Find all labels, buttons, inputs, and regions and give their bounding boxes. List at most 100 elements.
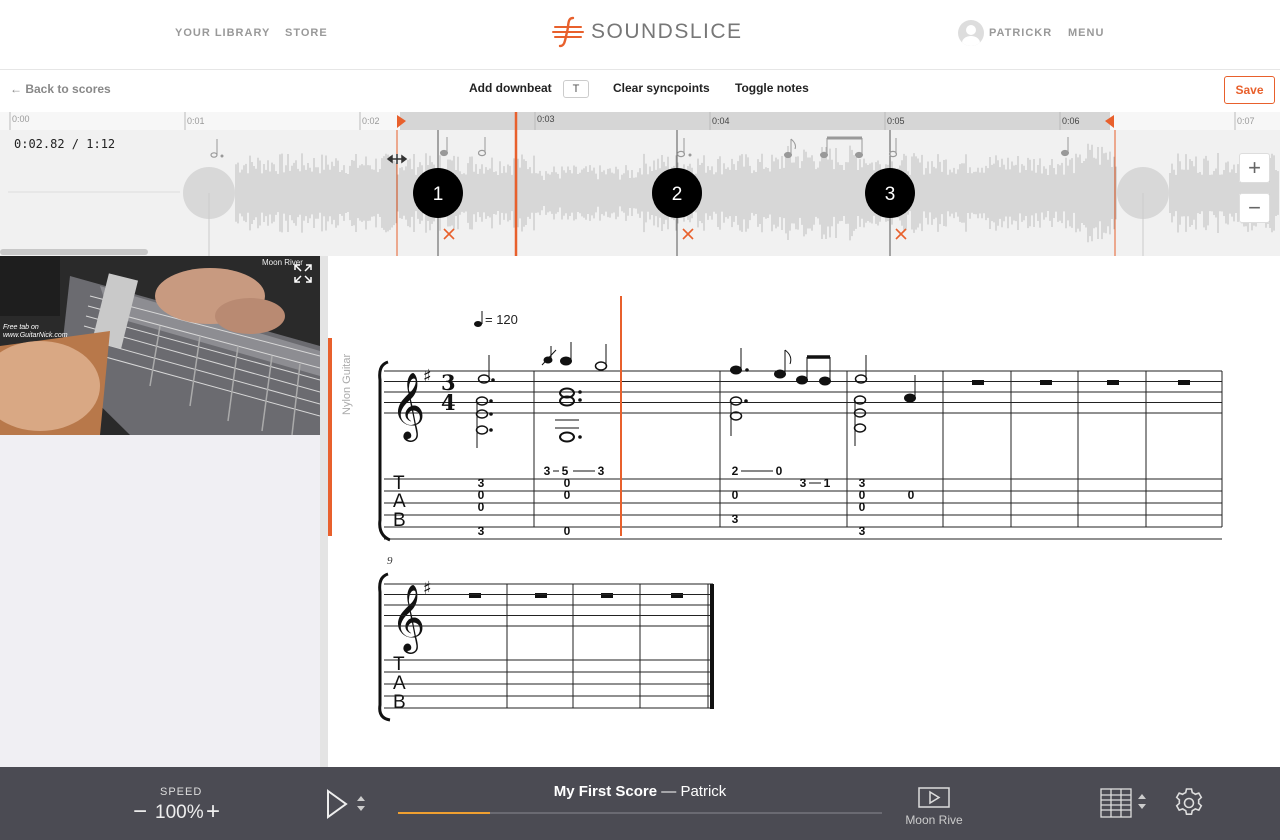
syncpoint-2[interactable]: 2 xyxy=(652,168,702,218)
tab-letter: A xyxy=(393,491,406,512)
ruler-tick-label: 0:07 xyxy=(1237,116,1255,126)
time-signature-bottom: 4 xyxy=(441,390,456,415)
clear-syncpoints-button[interactable]: Clear syncpoints xyxy=(613,81,710,95)
speed-label: SPEED xyxy=(160,786,203,798)
delete-syncpoint-icon[interactable] xyxy=(443,228,455,240)
treble-clef-icon: 𝄞 xyxy=(391,371,425,442)
tab-number[interactable]: 0 xyxy=(564,488,571,502)
active-part-indicator xyxy=(328,338,332,536)
add-downbeat-button[interactable]: Add downbeat xyxy=(469,81,552,95)
video-watermark: Free tab on xyxy=(3,324,39,331)
tab-number[interactable]: 0 xyxy=(564,524,571,538)
video-toggle-icon[interactable] xyxy=(918,787,950,809)
syncpoint-number: 1 xyxy=(433,184,444,205)
tab-number[interactable]: 3 xyxy=(800,476,807,490)
syncpoint-number: 2 xyxy=(672,184,683,205)
playback-progress[interactable] xyxy=(398,812,882,814)
system-bracket xyxy=(378,360,391,542)
resize-horizontal-icon xyxy=(386,154,408,164)
measure-1-notes[interactable] xyxy=(475,355,495,448)
tab-number[interactable]: 2 xyxy=(732,464,739,478)
timeline-notes xyxy=(210,136,1069,159)
speed-increase-button[interactable]: + xyxy=(206,800,220,824)
video-frame: Moon River Free tab on www.GuitarNick.co… xyxy=(0,256,320,435)
system-bracket xyxy=(378,572,391,722)
soundslice-logo-icon xyxy=(552,16,584,48)
settings-gear-icon[interactable] xyxy=(1172,786,1206,820)
top-nav: YOUR LIBRARY STORE SOUNDSLICE PATRICKR M… xyxy=(0,0,1280,70)
play-options-caret-icon[interactable] xyxy=(357,796,365,811)
toggle-notes-button[interactable]: Toggle notes xyxy=(735,81,809,95)
ruler-tick-label: 0:06 xyxy=(1062,116,1080,126)
editor-toolbar: ← Back to scores Add downbeat T Clear sy… xyxy=(0,70,1280,112)
ruler-tick-label: 0:01 xyxy=(187,116,205,126)
final-barline xyxy=(710,584,714,709)
nav-menu[interactable]: MENU xyxy=(1068,27,1104,39)
panel-divider[interactable] xyxy=(320,256,328,767)
play-icon[interactable] xyxy=(327,789,348,819)
score-area[interactable]: = 120 𝄞 𝄞 ♯ ♯ 3 4 T A B T A B 3 0 0 3 3 … xyxy=(332,256,1280,767)
zoom-in-button[interactable]: + xyxy=(1239,153,1270,183)
logo-text: SOUNDSLICE xyxy=(591,20,743,43)
tab-number[interactable]: 0 xyxy=(908,488,915,502)
notation-canvas[interactable]: = 120 𝄞 𝄞 ♯ ♯ 3 4 T A B T A B 3 0 0 3 3 … xyxy=(332,256,1280,767)
ruler-tick-label: 0:02 xyxy=(362,116,380,126)
tab-number[interactable]: 3 xyxy=(598,464,605,478)
play-controls xyxy=(327,789,365,819)
score-title-text: My First Score xyxy=(553,783,658,800)
title-separator: — xyxy=(657,783,681,800)
tab-number[interactable]: 0 xyxy=(732,488,739,502)
delete-syncpoint-icon[interactable] xyxy=(895,228,907,240)
timeline-canvas[interactable]: 0:00 0:01 0:02 0:03 0:04 0:05 0:06 0:07 xyxy=(0,112,1280,256)
key-signature-sharp: ♯ xyxy=(423,366,432,387)
video-toggle-label[interactable]: Moon Rive xyxy=(895,813,973,827)
tab-number[interactable]: 3 xyxy=(544,464,551,478)
layout-controls xyxy=(1100,788,1146,818)
instrument-label[interactable]: Nylon Guitar xyxy=(341,354,353,415)
soundslice-logo[interactable]: SOUNDSLICE xyxy=(551,16,743,48)
video-panel: Moon River Free tab on www.GuitarNick.co… xyxy=(0,256,320,767)
tab-number[interactable]: 0 xyxy=(859,500,866,514)
save-button[interactable]: Save xyxy=(1224,76,1275,104)
tab-number[interactable]: 3 xyxy=(859,524,866,538)
avatar[interactable] xyxy=(958,20,984,46)
layout-options-caret-icon[interactable] xyxy=(1138,794,1146,809)
video-watermark: www.GuitarNick.com xyxy=(3,332,68,339)
back-to-scores-link[interactable]: ← Back to scores xyxy=(10,82,111,96)
tempo-text: = 120 xyxy=(485,312,518,327)
delete-syncpoint-icon[interactable] xyxy=(682,228,694,240)
measure-4-notes[interactable] xyxy=(853,355,916,446)
tab-number[interactable]: 1 xyxy=(824,476,831,490)
sync-timeline[interactable]: 0:00 0:01 0:02 0:03 0:04 0:05 0:06 0:07 xyxy=(0,112,1280,256)
nav-username[interactable]: PATRICKR xyxy=(989,27,1052,39)
add-downbeat-shortcut: T xyxy=(563,80,589,98)
score-title: My First Score — Patrick xyxy=(398,783,882,800)
ruler-tick-label: 0:03 xyxy=(537,114,555,124)
video-player[interactable]: Moon River Free tab on www.GuitarNick.co… xyxy=(0,256,320,435)
timeline-scrollbar[interactable] xyxy=(0,249,148,255)
nav-your-library[interactable]: YOUR LIBRARY xyxy=(175,27,270,39)
syncpoint-3[interactable]: 3 xyxy=(865,168,915,218)
ruler-tick-label: 0:00 xyxy=(12,114,30,124)
nav-store[interactable]: STORE xyxy=(285,27,328,39)
treble-clef-icon: 𝄞 xyxy=(391,583,425,654)
tab-number[interactable]: 0 xyxy=(478,500,485,514)
score-artist: Patrick xyxy=(680,783,727,800)
notation-layout-icon[interactable] xyxy=(1100,788,1132,818)
tab-number[interactable]: 3 xyxy=(478,524,485,538)
selection-range[interactable] xyxy=(400,112,1110,130)
syncpoint-1[interactable]: 1 xyxy=(413,168,463,218)
speed-decrease-button[interactable]: − xyxy=(133,800,147,824)
time-readout: 0:02.82 / 1:12 xyxy=(14,137,116,151)
speed-value[interactable]: 100% xyxy=(155,802,204,824)
zoom-out-button[interactable]: − xyxy=(1239,193,1270,223)
key-signature-sharp: ♯ xyxy=(423,578,432,599)
ruler-tick-label: 0:05 xyxy=(887,116,905,126)
ruler-tick-label: 0:04 xyxy=(712,116,730,126)
tab-letter: B xyxy=(393,510,406,531)
tab-number[interactable]: 3 xyxy=(732,512,739,526)
tempo-marking[interactable]: = 120 xyxy=(474,311,518,327)
measure-number: 9 xyxy=(387,555,393,567)
tab-number[interactable]: 0 xyxy=(776,464,783,478)
playback-progress-fill xyxy=(398,812,490,814)
